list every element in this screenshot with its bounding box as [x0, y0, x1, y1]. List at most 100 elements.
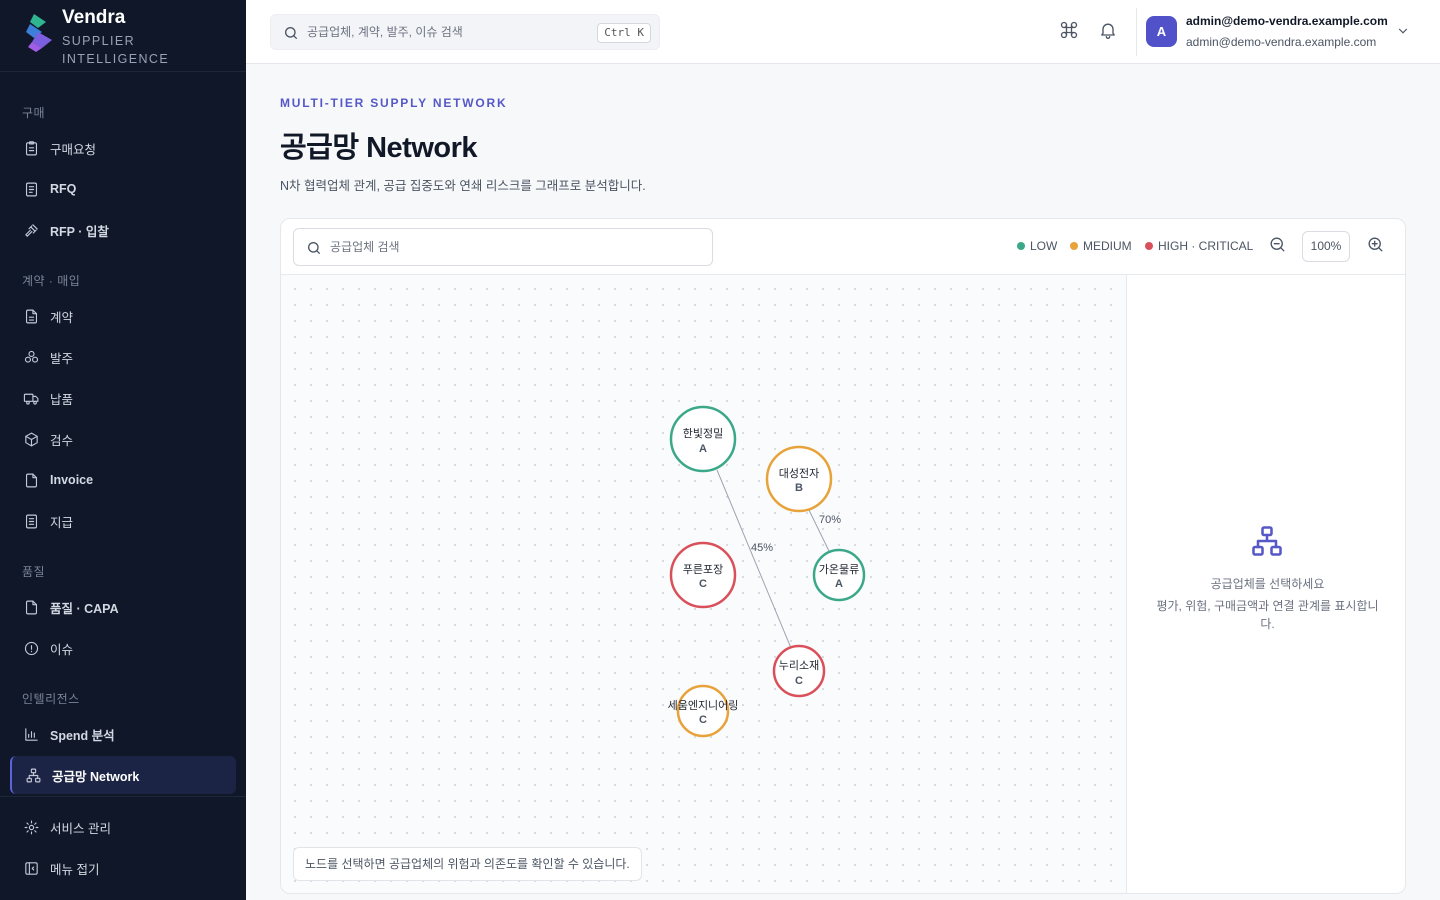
zoom-out-button[interactable] [1268, 235, 1290, 257]
legend-label: LOW [1030, 239, 1058, 253]
edge-label-hanbit-nuri: 45% [751, 542, 773, 554]
detail-empty-title: 공급업체를 선택하세요 [1210, 577, 1325, 591]
sidebar-item-spend[interactable]: Spend 분석 [10, 715, 236, 753]
vendra-logo-icon [26, 14, 52, 52]
node-name: 누리소재 [779, 659, 819, 672]
node-grade: A [835, 578, 843, 590]
edge-label-daesung-gaon: 70% [819, 514, 841, 526]
global-search-input[interactable] [307, 15, 587, 49]
sidebar-item-contract[interactable]: 계약 [10, 297, 236, 335]
sidebar-item-network[interactable]: 공급망 Network [10, 756, 236, 794]
node-saeum[interactable]: 세움엔지니어링 C [668, 684, 739, 738]
nav-section-purchasing: 구매 [22, 106, 46, 120]
collapse-menu-button[interactable]: 메뉴 접기 [10, 849, 236, 887]
sidebar-item-label: 공급망 Network [52, 769, 140, 784]
node-daesung[interactable]: 대성전자 B [765, 445, 833, 513]
bar-chart-icon [22, 725, 40, 743]
sidebar-item-purchase-request[interactable]: 구매요청 [10, 129, 236, 167]
bell-icon[interactable] [1098, 20, 1120, 42]
node-grade: A [699, 443, 707, 455]
zoom-in-button[interactable] [1366, 235, 1388, 257]
node-grade: C [699, 714, 707, 726]
sidebar-item-rfp[interactable]: RFP · 입찰 [10, 211, 236, 249]
topbar-separator [1136, 8, 1137, 56]
node-hanbit[interactable]: 한빛정밀 A [669, 405, 737, 473]
zoom-out-icon [1270, 237, 1285, 252]
network-toolbar: LOW MEDIUM HIGH · CRITICAL 100% [281, 219, 1405, 275]
sidebar-item-rfq[interactable]: RFQ [10, 170, 236, 208]
network-panel: LOW MEDIUM HIGH · CRITICAL 100% 45% 70% [280, 218, 1406, 894]
package-icon [22, 430, 40, 448]
receipt-icon [22, 512, 40, 530]
legend-high: HIGH · CRITICAL [1145, 239, 1253, 253]
sidebar-item-delivery[interactable]: 납품 [10, 379, 236, 417]
global-search[interactable]: Ctrl K [270, 14, 660, 50]
sidebar-item-label: RFQ [50, 182, 77, 196]
sidebar-item-label: 서비스 관리 [50, 821, 111, 836]
node-name: 가온물류 [819, 563, 859, 576]
brand-subtitle: SUPPLIER INTELLIGENCE [62, 34, 170, 66]
network-icon [1252, 526, 1282, 556]
sidebar-item-label: 품질 · CAPA [50, 601, 119, 616]
sidebar-item-label: 계약 [50, 310, 74, 325]
sidebar-item-service-admin[interactable]: 서비스 관리 [10, 808, 236, 846]
sidebar-item-payment[interactable]: 지급 [10, 502, 236, 540]
sidebar-item-inspection[interactable]: 검수 [10, 420, 236, 458]
chevron-down-icon[interactable] [1396, 24, 1410, 38]
avatar[interactable]: A [1146, 16, 1177, 47]
supplier-detail-panel: 공급업체를 선택하세요 평가, 위험, 구매금액과 연결 관계를 표시합니다. [1126, 275, 1405, 893]
node-nuri[interactable]: 누리소재 C [772, 644, 826, 698]
legend-label: HIGH · CRITICAL [1158, 239, 1254, 253]
contract-icon [22, 307, 40, 325]
search-icon [308, 242, 320, 254]
page-description: N차 협력업체 관계, 공급 집중도와 연쇄 리스크를 그래프로 분석합니다. [280, 179, 646, 193]
file-check-icon [22, 598, 40, 616]
shortcut-badge: Ctrl K [597, 23, 651, 43]
node-name: 푸른포장 [683, 563, 723, 576]
sidebar-divider [0, 796, 246, 797]
sidebar-item-label: RFP · 입찰 [50, 224, 109, 239]
sidebar-item-label: 납품 [50, 392, 74, 407]
legend-medium: MEDIUM [1070, 239, 1132, 253]
gear-icon [22, 818, 40, 836]
collapse-sidebar-icon [22, 859, 40, 877]
sidebar-item-label: 이슈 [50, 642, 74, 657]
sidebar-item-label: 구매요청 [50, 142, 97, 157]
legend-label: MEDIUM [1083, 239, 1132, 253]
truck-icon [22, 389, 40, 407]
gavel-icon [22, 221, 40, 239]
supplier-search-input[interactable] [330, 229, 700, 265]
zoom-level[interactable]: 100% [1302, 231, 1350, 262]
node-gaon[interactable]: 가온물류 A [812, 548, 866, 602]
network-canvas[interactable]: 45% 70% 한빛정밀 A 대성전자 B 푸른포장 C 가온물류 A 누리소재… [281, 275, 1126, 894]
sidebar-item-label: 메뉴 접기 [50, 862, 100, 877]
brand[interactable]: Vendra SUPPLIER INTELLIGENCE [0, 0, 246, 72]
legend-dot-medium [1070, 242, 1078, 250]
nav-section-intelligence: 인텔리전스 [22, 692, 80, 706]
zoom-in-icon [1368, 237, 1383, 252]
page-title: 공급망 Network [280, 132, 478, 164]
sidebar-item-issue[interactable]: 이슈 [10, 629, 236, 667]
network-graph[interactable]: 45% 70% 한빛정밀 A 대성전자 B 푸른포장 C 가온물류 A 누리소재… [281, 275, 1126, 894]
sidebar-item-label: Spend 분석 [50, 728, 115, 743]
sidebar-item-order[interactable]: 발주 [10, 338, 236, 376]
network-icon [24, 766, 42, 784]
sidebar-item-quality-capa[interactable]: 품질 · CAPA [10, 588, 236, 626]
sidebar-item-label: 발주 [50, 351, 74, 366]
node-pureun[interactable]: 푸른포장 C [669, 541, 737, 609]
supplier-search[interactable] [293, 228, 713, 266]
legend-low: LOW [1017, 239, 1057, 253]
sidebar-item-label: Invoice [50, 473, 94, 487]
node-grade: C [699, 578, 707, 590]
sidebar-item-label: 지급 [50, 515, 74, 530]
search-icon [285, 27, 297, 39]
command-icon[interactable] [1059, 20, 1081, 42]
clipboard-icon [22, 139, 40, 157]
alert-circle-icon [22, 639, 40, 657]
detail-empty-description: 평가, 위험, 구매금액과 연결 관계를 표시합니다. [1156, 599, 1379, 631]
user-name[interactable]: admin@demo-vendra.example.com [1186, 14, 1388, 28]
sidebar: Vendra SUPPLIER INTELLIGENCE 구매 구매요청 RFQ… [0, 0, 246, 900]
node-name: 대성전자 [779, 467, 819, 480]
topbar: Ctrl K A admin@demo-vendra.example.com a… [246, 0, 1440, 64]
sidebar-item-invoice[interactable]: Invoice [10, 461, 236, 499]
